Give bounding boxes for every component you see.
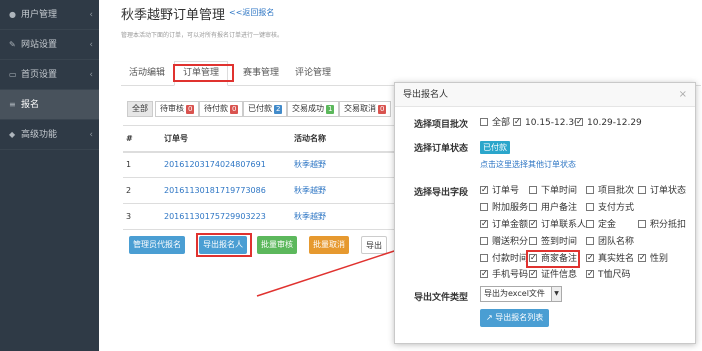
count-badge: 0: [230, 105, 239, 114]
filter-cancelled[interactable]: 交易取消 0: [339, 101, 392, 117]
field-checkbox[interactable]: 订单状态: [638, 185, 686, 199]
activity-name-link[interactable]: 秋季越野: [294, 186, 326, 195]
list-icon: ≡: [9, 100, 16, 109]
user-icon: ●: [9, 10, 16, 19]
field-checkbox[interactable]: 团队名称: [586, 236, 634, 250]
count-badge: 0: [186, 105, 195, 114]
chevron-down-icon: ▼: [551, 287, 561, 301]
field-checkbox[interactable]: 用户备注: [529, 202, 577, 216]
field-checkbox[interactable]: 性别: [638, 252, 668, 267]
export-dialog: 导出报名人 × 选择项目批次 全部 10.15-12.30 10.29-12.2…: [394, 82, 696, 344]
table-header-row: # 订单号 活动名称: [123, 125, 421, 153]
column-header: 订单号: [161, 125, 291, 153]
file-type-select[interactable]: 导出为excel文件 ▼: [480, 286, 562, 302]
sidebar: ● 用户管理 ‹ ✎ 网站设置 ‹ ▭ 首页设置 ‹ ≡ 报名 ◆ 高级功能 ‹: [0, 0, 99, 351]
field-checkbox[interactable]: 证件信息: [529, 268, 577, 283]
filter-pending-review[interactable]: 待审核 0: [155, 101, 200, 117]
sidebar-item-advanced[interactable]: ◆ 高级功能 ‹: [0, 120, 99, 150]
external-link-icon: ↗: [486, 313, 496, 322]
field-checkbox[interactable]: 签到时间: [529, 236, 577, 250]
orders-panel: 全部 待审核 0 待付款 0 已付款 2 交易成功 1 交易取消 0 # 订单号 活动名称…: [121, 98, 421, 258]
sidebar-item-label: 首页设置: [21, 70, 58, 80]
field-checkbox[interactable]: 定金: [586, 219, 616, 233]
field-checkbox[interactable]: 支付方式: [586, 202, 634, 216]
field-checkbox[interactable]: 付款时间: [480, 253, 528, 267]
batch-option-2[interactable]: 10.29-12.29: [575, 116, 642, 131]
count-badge: 0: [378, 105, 387, 114]
sidebar-item-registration[interactable]: ≡ 报名: [0, 90, 99, 120]
filter-pending-payment[interactable]: 待付款 0: [199, 101, 244, 117]
table-row: 1 20161203174024807691 秋季越野: [123, 151, 421, 178]
row-number: 2: [123, 177, 161, 204]
field-checkbox[interactable]: 真实姓名: [586, 252, 634, 267]
dialog-title: 导出报名人: [395, 83, 695, 107]
batch-option-all[interactable]: 全部: [480, 117, 510, 131]
cube-icon: ◆: [9, 130, 16, 139]
field-checkbox[interactable]: 下单时间: [529, 185, 577, 199]
monitor-icon: ▭: [9, 70, 17, 79]
chevron-left-icon: ‹: [89, 40, 93, 50]
sidebar-item-users[interactable]: ● 用户管理 ‹: [0, 0, 99, 30]
activity-name-link[interactable]: 秋季越野: [294, 160, 326, 169]
tab-edit[interactable]: 活动编辑: [121, 62, 173, 84]
batch-cancel-button[interactable]: 批量取消: [309, 236, 349, 254]
page-description: 管理本活动下面的订单，可以对所有报名订单进行一键审核。: [121, 32, 284, 39]
sidebar-item-label: 网站设置: [21, 40, 58, 50]
field-checkbox[interactable]: 订单联系人: [529, 218, 586, 233]
sidebar-item-label: 高级功能: [21, 130, 58, 140]
column-header: #: [123, 125, 161, 153]
field-checkbox[interactable]: T恤尺码: [586, 268, 631, 283]
status-badge: 已付款: [480, 141, 510, 154]
admin-register-button[interactable]: 管理员代报名: [129, 236, 185, 254]
order-number-link[interactable]: 20161203174024807691: [164, 160, 266, 169]
order-number-link[interactable]: 20161130181719773086: [164, 186, 266, 195]
close-icon[interactable]: ×: [679, 83, 687, 107]
row-number: 1: [123, 151, 161, 178]
batch-option-1[interactable]: 10.15-12.30: [513, 116, 580, 131]
status-select-link[interactable]: 点击这里选择其他订单状态: [480, 159, 576, 170]
export-list-button[interactable]: ↗ 导出报名列表: [480, 309, 550, 327]
table-row: 2 20161130181719773086 秋季越野: [123, 177, 421, 204]
sidebar-item-label: 报名: [21, 100, 40, 110]
orders-table: # 订单号 活动名称 1 20161203174024807691 秋季越野 2…: [123, 125, 421, 230]
highlight-box-tab: [173, 64, 234, 82]
sidebar-item-site-settings[interactable]: ✎ 网站设置 ‹: [0, 30, 99, 60]
tab-events[interactable]: 赛事管理: [235, 62, 287, 84]
sidebar-item-label: 用户管理: [21, 10, 58, 20]
batch-label: 选择项目批次: [414, 120, 469, 130]
field-checkbox[interactable]: 项目批次: [586, 185, 634, 199]
chevron-left-icon: ‹: [89, 70, 93, 80]
tab-comments[interactable]: 评论管理: [287, 62, 339, 84]
back-link[interactable]: <<返回报名: [229, 7, 274, 18]
activity-name-link[interactable]: 秋季越野: [294, 212, 326, 221]
file-type-label: 导出文件类型: [414, 293, 469, 303]
filter-paid[interactable]: 已付款 2: [243, 101, 288, 117]
highlight-box-merchant-note: [526, 250, 580, 268]
field-checkbox[interactable]: 积分抵扣: [638, 219, 686, 233]
highlight-box-export: [196, 233, 252, 257]
export-more-button[interactable]: 导出: [361, 236, 387, 254]
sidebar-item-home-settings[interactable]: ▭ 首页设置 ‹: [0, 60, 99, 90]
table-row: 3 20161130175729903223 秋季越野: [123, 203, 421, 230]
field-checkbox[interactable]: 订单金额: [480, 218, 528, 233]
row-number: 3: [123, 203, 161, 230]
chevron-left-icon: ‹: [89, 10, 93, 20]
filter-all[interactable]: 全部: [127, 101, 153, 117]
order-number-link[interactable]: 20161130175729903223: [164, 212, 266, 221]
field-checkbox[interactable]: 赠送积分: [480, 236, 528, 250]
count-badge: 2: [274, 105, 283, 114]
fields-label: 选择导出字段: [414, 188, 469, 198]
count-badge: 1: [326, 105, 335, 114]
chevron-left-icon: ‹: [89, 130, 93, 140]
status-label: 选择订单状态: [414, 144, 469, 154]
field-checkbox[interactable]: 手机号码: [480, 268, 528, 283]
page-title: 秋季越野订单管理: [121, 8, 226, 23]
field-checkbox[interactable]: 订单号: [480, 184, 519, 199]
wrench-icon: ✎: [9, 40, 16, 49]
filter-success[interactable]: 交易成功 1: [287, 101, 340, 117]
field-checkbox[interactable]: 附加服务: [480, 202, 528, 216]
batch-review-button[interactable]: 批量审核: [257, 236, 297, 254]
